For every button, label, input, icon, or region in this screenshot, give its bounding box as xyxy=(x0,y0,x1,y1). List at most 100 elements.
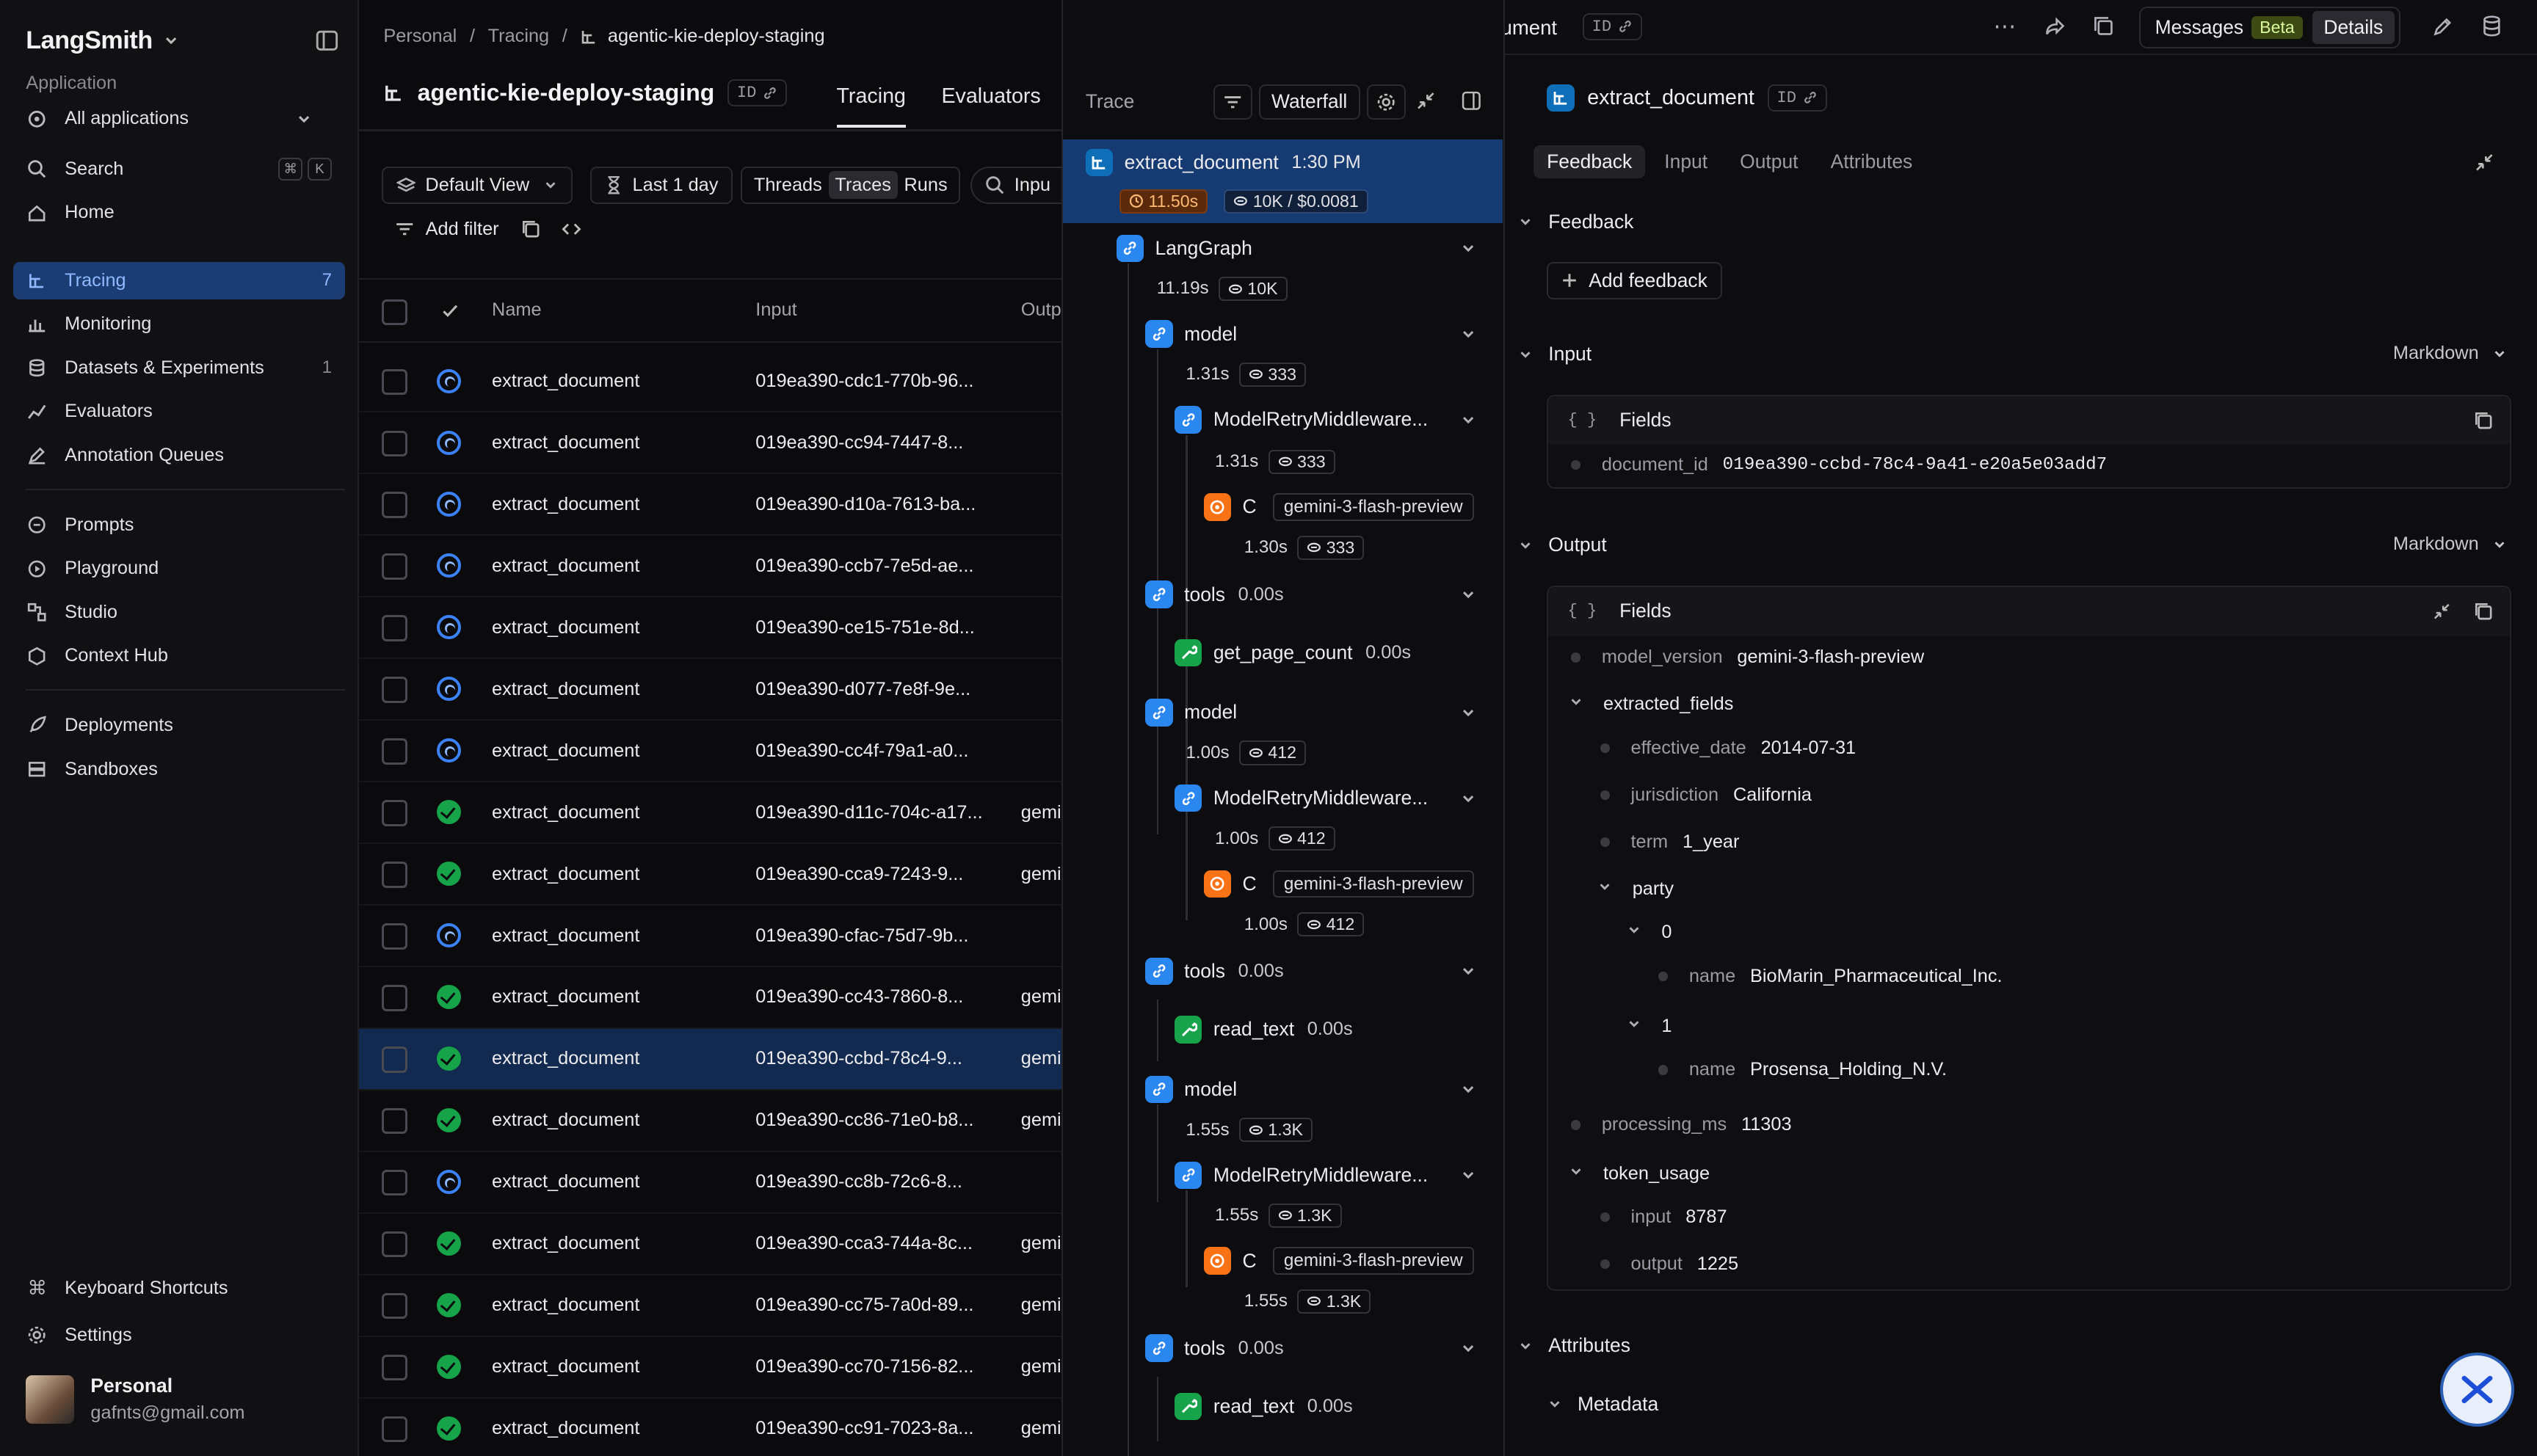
trace-root-node[interactable]: extract_document 1:30 PM 11.50s 10K / $0… xyxy=(1062,139,1503,224)
field-party-1[interactable]: 1 xyxy=(1626,1016,1672,1037)
table-row[interactable]: extract_document 019ea390-d10a-7613-ba... xyxy=(359,474,1061,536)
search-button[interactable]: Search ⌘ K xyxy=(13,150,345,188)
keyboard-shortcuts-button[interactable]: ⌘ Keyboard Shortcuts xyxy=(13,1270,345,1307)
panel-icon[interactable] xyxy=(1461,90,1482,117)
user-menu[interactable]: Personal gafnts@gmail.com xyxy=(26,1375,245,1424)
tab-tracing[interactable]: Tracing xyxy=(836,84,906,128)
chevron-down-icon[interactable] xyxy=(1459,704,1477,727)
seg-traces[interactable]: Traces xyxy=(828,171,898,200)
chevron-down-icon[interactable] xyxy=(1459,325,1477,348)
trace-node-chain[interactable]: LangGraph xyxy=(1116,234,1252,263)
copy-icon[interactable] xyxy=(2092,15,2115,43)
table-row[interactable]: extract_document 019ea390-cc70-7156-82...… xyxy=(359,1337,1061,1399)
id-badge[interactable]: ID xyxy=(1767,84,1827,112)
trace-node-chain[interactable]: tools 0.00s xyxy=(1145,957,1284,986)
row-checkbox[interactable] xyxy=(382,553,408,580)
sidebar-item-datasets[interactable]: Datasets & Experiments 1 xyxy=(13,349,345,387)
field-party-0[interactable]: 0 xyxy=(1626,922,1672,943)
id-badge[interactable]: ID xyxy=(1582,12,1642,41)
trace-node-chain[interactable]: ModelRetryMiddleware... xyxy=(1174,784,1428,812)
trace-node-chain[interactable]: model xyxy=(1145,320,1237,348)
row-checkbox[interactable] xyxy=(382,615,408,641)
col-output[interactable]: Outp xyxy=(1021,299,1061,321)
chevron-down-icon[interactable] xyxy=(1459,239,1477,262)
table-row[interactable]: extract_document 019ea390-ccb7-7e5d-ae... xyxy=(359,536,1061,597)
workspace-switcher[interactable]: LangSmith xyxy=(26,23,338,58)
field-extracted-fields[interactable]: extracted_fields xyxy=(1568,694,1733,715)
trace-node-chain[interactable]: model xyxy=(1145,699,1237,727)
search-input[interactable]: Inpu xyxy=(970,167,1061,204)
chevron-down-icon[interactable] xyxy=(1459,1339,1477,1362)
sidebar-item-tracing[interactable]: Tracing 7 xyxy=(12,262,345,299)
row-checkbox[interactable] xyxy=(382,923,408,950)
details-tab[interactable]: Details xyxy=(2312,11,2395,44)
more-icon[interactable]: ⋯ xyxy=(1993,13,2016,40)
tab-feedback[interactable]: Feedback xyxy=(1534,145,1645,178)
messages-tab[interactable]: Messages Beta xyxy=(2145,11,2312,44)
row-checkbox[interactable] xyxy=(382,800,408,826)
chevron-down-icon[interactable] xyxy=(1459,790,1477,812)
input-section-toggle[interactable]: Input xyxy=(1517,343,1591,365)
table-row[interactable]: extract_document 019ea390-cc94-7447-8... xyxy=(359,412,1061,475)
view-select[interactable]: Default View xyxy=(382,167,573,204)
row-checkbox[interactable] xyxy=(382,1231,408,1258)
seg-threads[interactable]: Threads xyxy=(747,171,829,199)
add-filter-button[interactable]: Add filter xyxy=(426,219,499,240)
table-row[interactable]: extract_document 019ea390-ce15-751e-8d... xyxy=(359,597,1061,659)
row-checkbox[interactable] xyxy=(382,677,408,703)
row-checkbox[interactable] xyxy=(382,985,408,1011)
sidebar-item-home[interactable]: Home xyxy=(13,194,345,231)
row-checkbox[interactable] xyxy=(382,1046,408,1073)
col-input[interactable]: Input xyxy=(755,299,796,321)
table-row[interactable]: extract_document 019ea390-cc4f-79a1-a0... xyxy=(359,721,1061,782)
table-row[interactable]: extract_document 019ea390-cca3-744a-8c...… xyxy=(359,1214,1061,1275)
copy-icon[interactable] xyxy=(2474,602,2493,621)
settings-button[interactable]: Settings xyxy=(13,1317,345,1354)
row-checkbox[interactable] xyxy=(382,738,408,765)
copy-icon[interactable] xyxy=(521,219,540,239)
col-name[interactable]: Name xyxy=(492,299,542,321)
table-row[interactable]: extract_document 019ea390-cc75-7a0d-89...… xyxy=(359,1275,1061,1337)
field-party[interactable]: party xyxy=(1597,878,1674,900)
sidebar-item-sandboxes[interactable]: Sandboxes xyxy=(13,751,345,788)
table-row[interactable]: extract_document 019ea390-d077-7e8f-9e... xyxy=(359,659,1061,721)
trace-node-tool[interactable]: get_page_count 0.00s xyxy=(1174,638,1411,667)
trace-node-llm[interactable]: Cgemini-3-flash-preview xyxy=(1203,1247,1474,1275)
trace-node-chain[interactable]: tools 0.00s xyxy=(1145,1334,1284,1362)
row-checkbox[interactable] xyxy=(382,1355,408,1381)
table-row[interactable]: extract_document 019ea390-cc91-7023-8a...… xyxy=(359,1399,1061,1456)
collapse-icon[interactable] xyxy=(1415,90,1437,117)
sidebar-item-deployments[interactable]: Deployments xyxy=(13,707,345,744)
id-badge[interactable]: ID xyxy=(727,79,787,107)
table-row[interactable]: extract_document 019ea390-cdc1-770b-96... xyxy=(359,351,1061,413)
trace-settings-button[interactable] xyxy=(1367,84,1407,120)
table-row[interactable]: extract_document 019ea390-cca9-7243-9... g… xyxy=(359,844,1061,906)
attributes-section-toggle[interactable]: Attributes xyxy=(1517,1334,1630,1357)
row-checkbox[interactable] xyxy=(382,368,408,395)
sidebar-item-playground[interactable]: Playground xyxy=(13,550,345,587)
chevron-down-icon[interactable] xyxy=(1459,411,1477,434)
trace-node-chain[interactable]: model xyxy=(1145,1075,1237,1104)
sidebar-item-evaluators[interactable]: Evaluators xyxy=(13,393,345,431)
code-icon[interactable] xyxy=(560,219,583,239)
table-row[interactable]: extract_document 019ea390-d11c-704c-a17..… xyxy=(359,782,1061,844)
help-chat-button[interactable] xyxy=(2439,1352,2515,1427)
metadata-section-toggle[interactable]: Metadata xyxy=(1547,1393,1658,1416)
select-all-checkbox[interactable] xyxy=(382,299,408,325)
tab-attributes[interactable]: Attributes xyxy=(1818,145,1926,178)
row-checkbox[interactable] xyxy=(382,492,408,518)
trace-node-chain[interactable]: ModelRetryMiddleware... xyxy=(1174,406,1428,434)
input-format-select[interactable]: Markdown xyxy=(2393,343,2508,364)
sidebar-item-annotation-queues[interactable]: Annotation Queues xyxy=(13,437,345,474)
seg-runs[interactable]: Runs xyxy=(898,171,954,199)
row-checkbox[interactable] xyxy=(382,1170,408,1196)
trace-node-tool[interactable]: read_text 0.00s xyxy=(1174,1392,1353,1421)
trace-node-llm[interactable]: Cgemini-3-flash-preview xyxy=(1203,870,1474,898)
app-select[interactable]: All applications xyxy=(13,101,345,138)
tab-output[interactable]: Output xyxy=(1727,145,1812,178)
database-icon[interactable] xyxy=(2480,15,2503,43)
trace-node-tool[interactable]: read_text 0.00s xyxy=(1174,1016,1353,1044)
table-row[interactable]: extract_document 019ea390-cc8b-72c6-8... xyxy=(359,1152,1061,1214)
share-icon[interactable] xyxy=(2044,15,2066,43)
time-range-select[interactable]: Last 1 day xyxy=(590,167,733,204)
